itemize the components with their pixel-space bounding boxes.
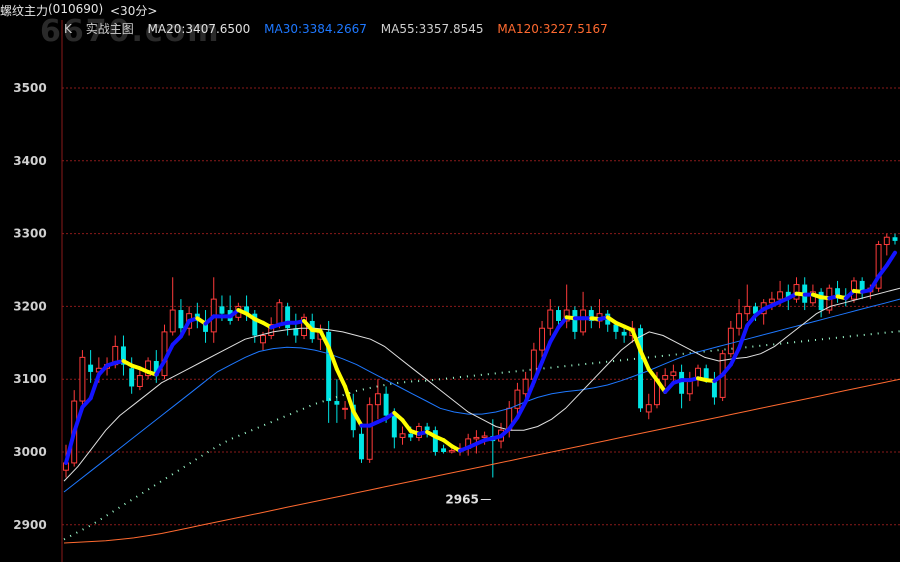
candle-body-up xyxy=(276,302,283,326)
candle-body-down xyxy=(441,448,447,452)
ma120-line xyxy=(63,378,900,544)
candle-body-down xyxy=(129,368,135,387)
candle-body-down xyxy=(556,310,561,321)
candle-body-down xyxy=(679,371,685,394)
candle-body-down xyxy=(835,288,841,296)
candle-body-down xyxy=(383,393,389,416)
candle-body-up xyxy=(547,309,554,329)
candle-body-down xyxy=(178,310,184,329)
candle-body-down xyxy=(334,401,340,405)
candle-body-down xyxy=(88,364,94,372)
trend-segment xyxy=(548,325,561,344)
candle-body-up xyxy=(522,378,529,395)
candle-body-up xyxy=(169,309,176,333)
candle-body-up xyxy=(768,298,775,304)
y-tick-label: 3100 xyxy=(13,372,46,386)
candle-body-down xyxy=(219,306,225,314)
y-tick-label: 3300 xyxy=(13,227,46,241)
candle-body-up xyxy=(448,450,455,453)
trend-segment xyxy=(884,250,897,268)
candle-body-up xyxy=(883,236,890,246)
candle-body-up xyxy=(136,375,143,387)
candle-body-up xyxy=(481,435,488,438)
trend-segment xyxy=(343,384,356,414)
candle-body-down xyxy=(359,433,364,460)
candlestick-chart[interactable]: 2900 3000 3100 3200 3300 3400 3500 2965 xyxy=(0,0,900,562)
candle-body-down xyxy=(818,291,824,311)
candle-body-down xyxy=(621,331,627,336)
trend-segment xyxy=(646,367,659,383)
candle-body-up xyxy=(744,305,751,315)
candle-body-up xyxy=(399,433,406,438)
candle-body-up xyxy=(727,327,734,355)
candle-body-up xyxy=(374,393,381,406)
y-tick-label: 3200 xyxy=(13,299,46,313)
candle-body-up xyxy=(79,356,86,402)
trend-segment xyxy=(737,323,750,351)
candle-body-down xyxy=(391,415,397,438)
candle-body-up xyxy=(473,436,480,440)
candle-body-up xyxy=(736,313,743,329)
candle-body-down xyxy=(638,328,644,409)
candle-body-up xyxy=(777,291,784,300)
trend-segment xyxy=(334,367,348,389)
ma55-dotted-line xyxy=(63,330,900,541)
trend-segment xyxy=(400,418,413,434)
candle-body-down xyxy=(408,433,414,438)
candle-body-up xyxy=(645,404,652,413)
candle-body-down xyxy=(703,368,709,380)
low-price-label: 2965 xyxy=(445,492,478,506)
candle-body-up xyxy=(670,371,677,377)
trend-segment xyxy=(88,372,101,401)
y-tick-label: 2900 xyxy=(13,518,46,532)
candle-body-up xyxy=(539,327,546,351)
candle-body-up xyxy=(662,375,669,380)
candle-body-up xyxy=(366,404,373,460)
candle-body-down xyxy=(892,237,898,241)
candle-body-up xyxy=(342,407,349,410)
candle-body-down xyxy=(424,426,430,431)
y-tick-label: 3400 xyxy=(13,154,46,168)
y-tick-label: 3000 xyxy=(13,445,46,459)
candle-body-up xyxy=(260,335,266,344)
candle-body-down xyxy=(572,310,578,332)
candle-body-up xyxy=(580,309,587,333)
y-tick-label: 3500 xyxy=(13,81,46,95)
